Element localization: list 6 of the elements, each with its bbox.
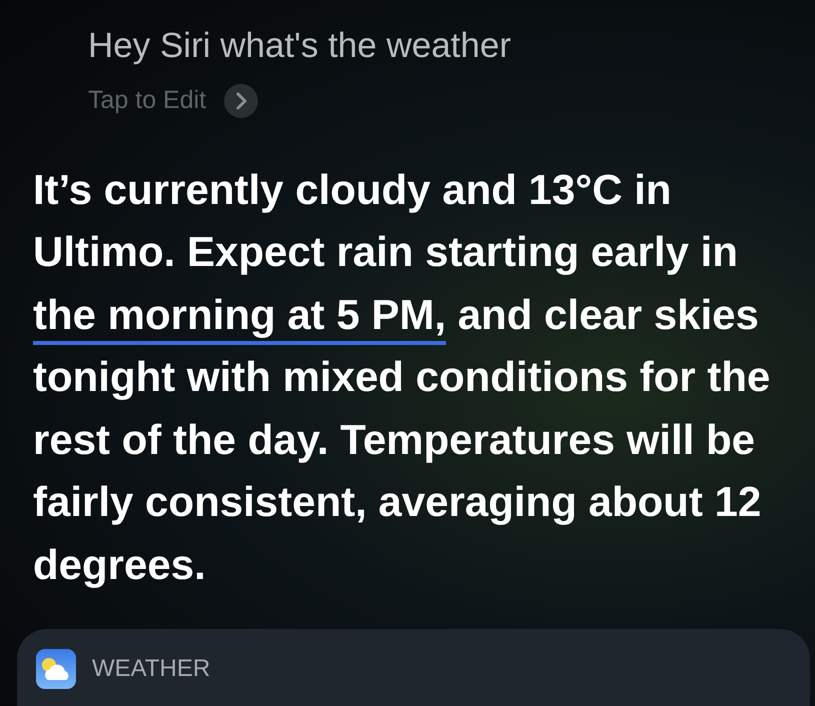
- app-name: WEATHER: [92, 654, 210, 684]
- chevron-icon: [224, 84, 258, 118]
- query-text: Hey Siri what's the weather: [88, 25, 512, 67]
- weather-app-icon: [36, 649, 76, 689]
- response-text: It’s currently cloudy and 13°C in Ultimo. Expect rain starting early in the morning at 5 PM, and clear skies tonight with mixed conditions for the rest of the day. Temperatures will be fairly consistent, averaging about 12 degrees.: [33, 164, 772, 590]
- weather-card[interactable]: WEATHER: [17, 629, 810, 706]
